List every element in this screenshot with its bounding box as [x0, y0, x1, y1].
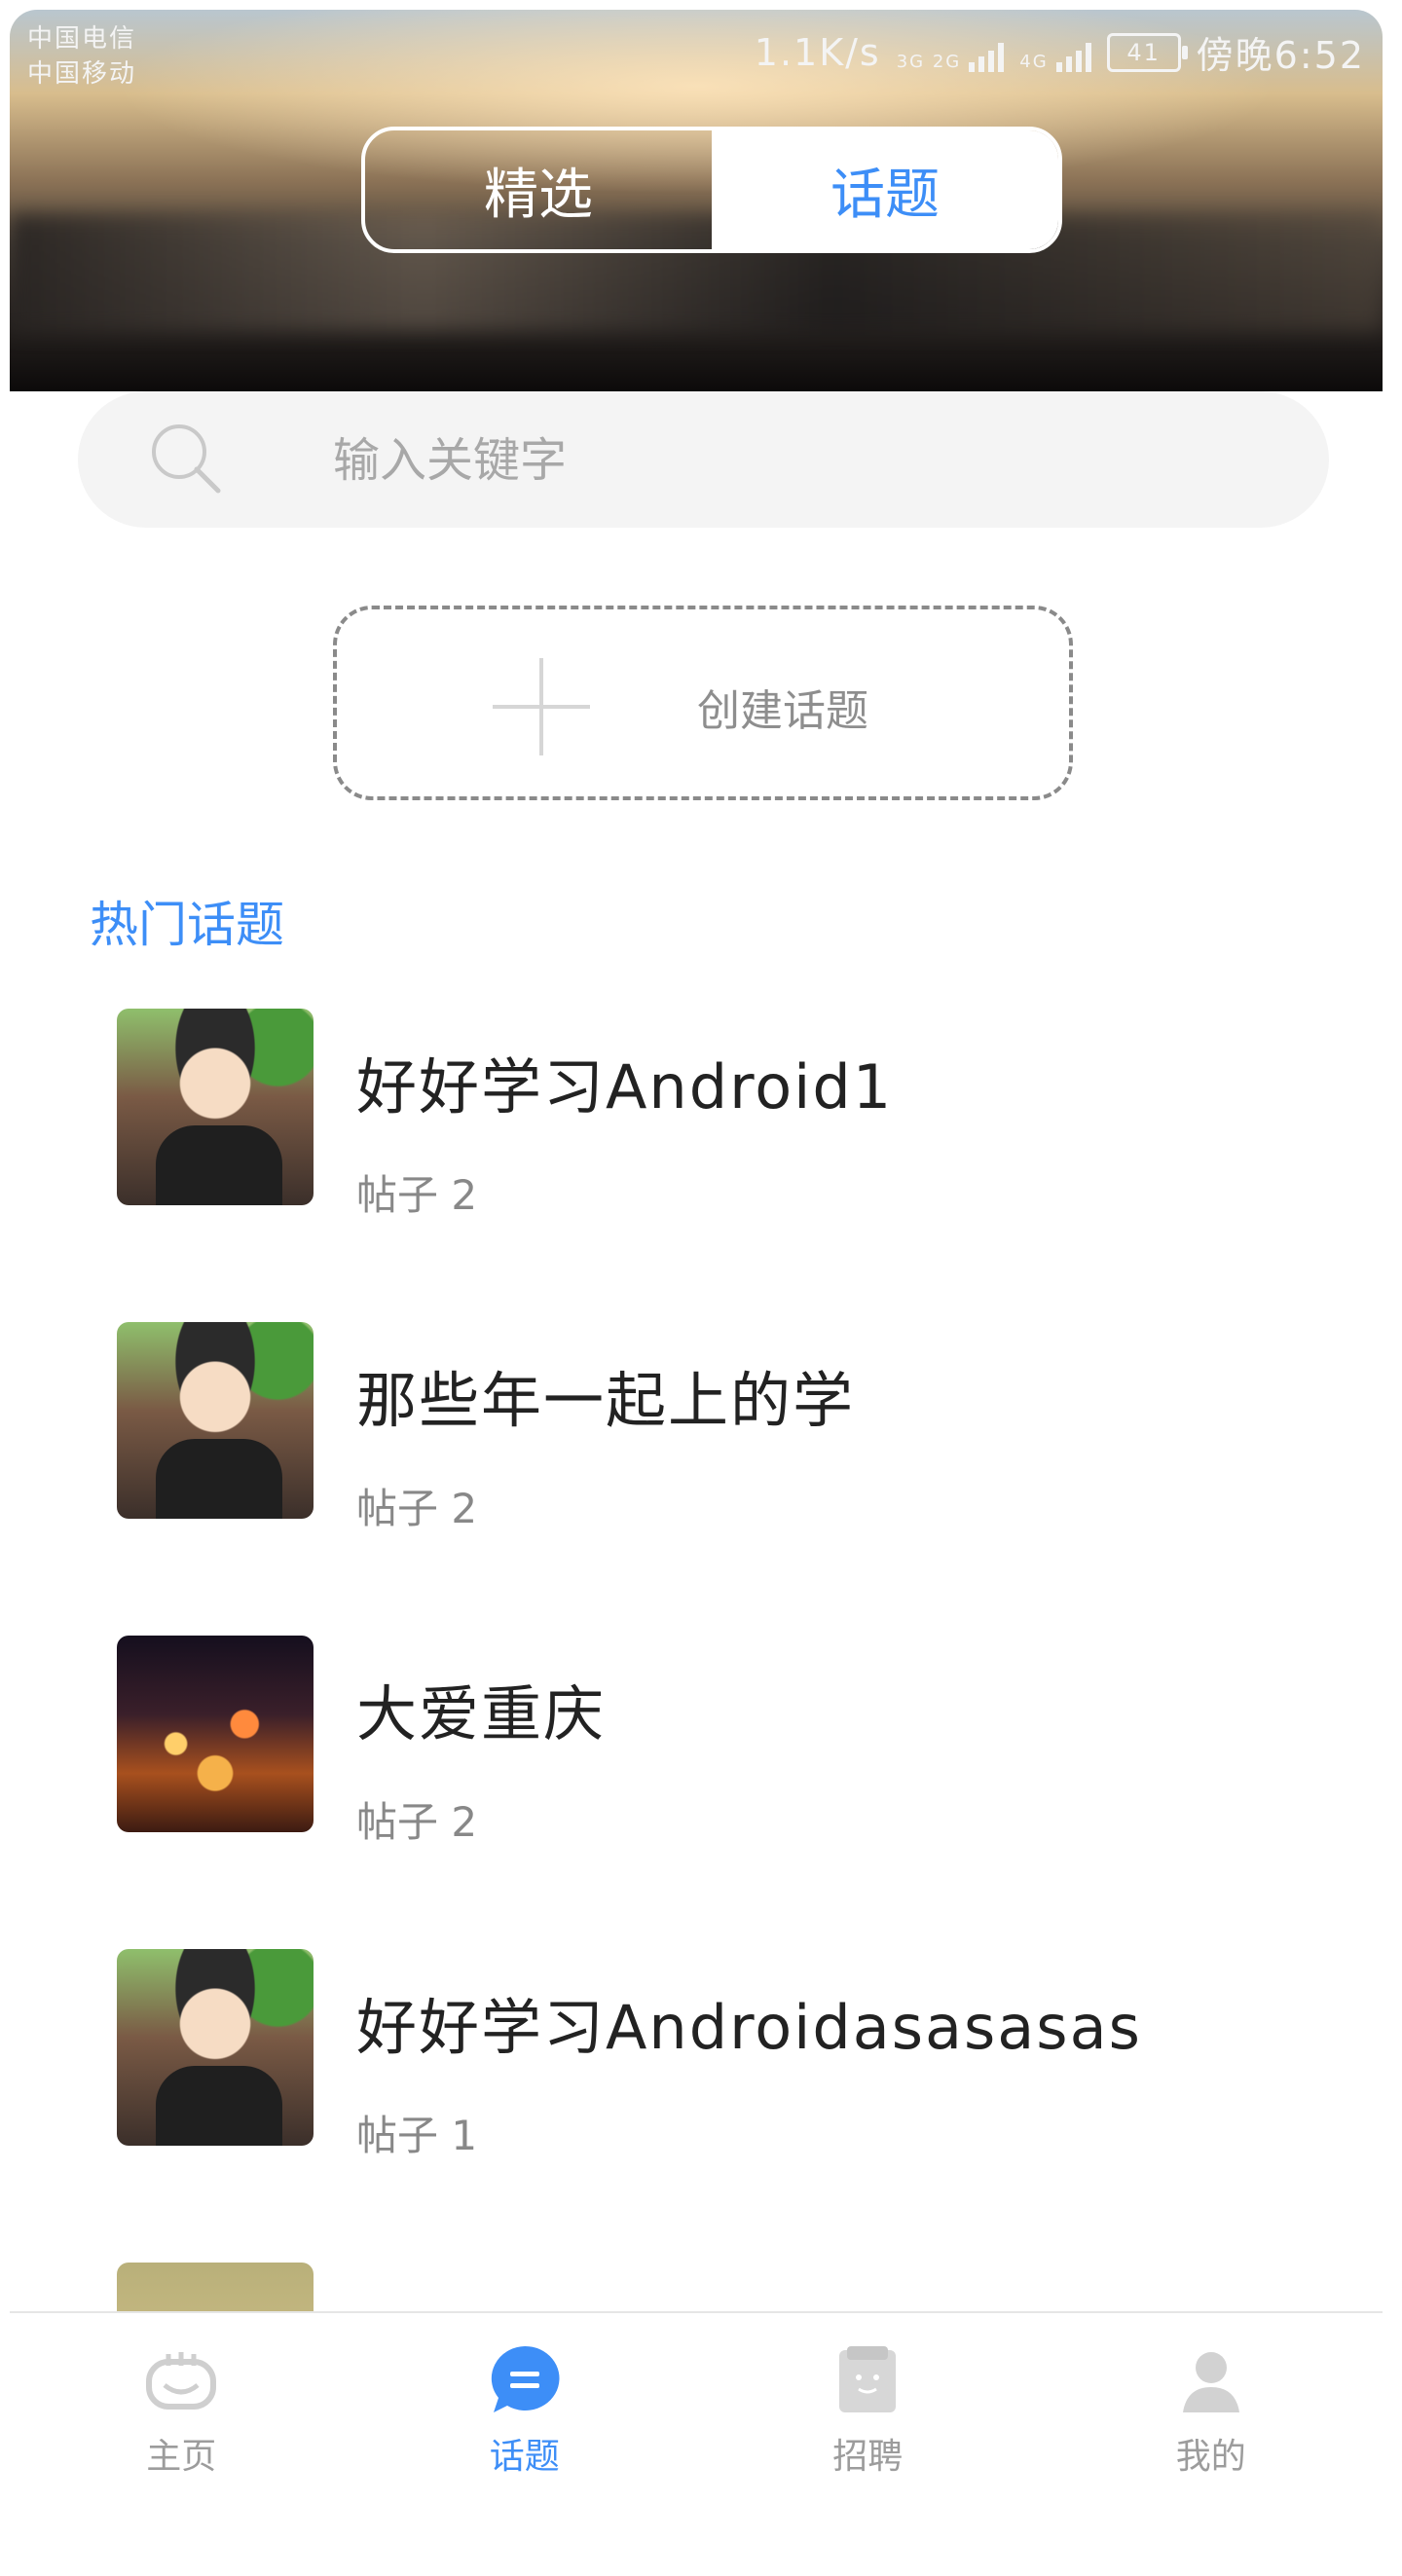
recruit-icon: [839, 2346, 897, 2412]
nav-topics-label: 话题: [489, 2437, 560, 2477]
segment-control: 精选 话题: [361, 127, 1062, 253]
network-speed: 1.1K/s: [754, 30, 881, 74]
topic-title: 好好学习Android1: [356, 1051, 894, 1122]
signal-icon-2: 4G: [1019, 33, 1091, 72]
topic-chat-icon: [491, 2345, 560, 2412]
clock: 傍晚6:52: [1196, 34, 1365, 77]
topic-thumbnail: [117, 1322, 314, 1519]
topic-title: 好好学习Androidasasasas: [356, 1992, 1142, 2063]
home-icon: [146, 2352, 217, 2410]
nav-home-label: 主页: [146, 2437, 217, 2477]
nav-recruit-label: 招聘: [832, 2437, 904, 2477]
topic-thumbnail: [117, 1009, 314, 1205]
search-bar[interactable]: [78, 391, 1329, 528]
topic-post-count: 帖子 2: [356, 1485, 478, 1532]
battery-icon: 41: [1106, 32, 1188, 72]
network-type-label: 3G 2G: [896, 51, 962, 72]
signal-icon: 3G 2G: [897, 33, 1005, 72]
topic-thumbnail: [117, 1949, 314, 2146]
topic-post-count: 帖子 2: [356, 1798, 478, 1846]
topic-item[interactable]: 好好学习Androidasasasas 帖子 1: [0, 1949, 1402, 2263]
plus-icon: [493, 658, 590, 755]
nav-recruit[interactable]: 招聘: [696, 2313, 1040, 2494]
create-topic-button[interactable]: 创建话题: [333, 606, 1073, 800]
topic-post-count: 帖子 1: [356, 2112, 478, 2159]
bottom-navigation: 主页 话题 招聘 我的: [10, 2311, 1383, 2494]
nav-topics[interactable]: 话题: [353, 2313, 697, 2494]
topic-item[interactable]: 那些年一起上的学 帖子 2: [0, 1322, 1402, 1636]
profile-icon: [1182, 2352, 1239, 2412]
tab-featured[interactable]: 精选: [365, 130, 712, 249]
search-input[interactable]: [331, 428, 1211, 493]
search-icon: [152, 424, 221, 494]
topic-thumbnail: [117, 1636, 314, 1832]
header-banner: 中国电信 中国移动 1.1K/s 3G 2G 4G 41 傍晚6:52 精选 话…: [10, 10, 1383, 391]
carrier-label-2: 中国移动: [27, 59, 137, 89]
topic-post-count: 帖子 2: [356, 1171, 478, 1219]
tab-topics[interactable]: 话题: [712, 130, 1058, 249]
nav-profile[interactable]: 我的: [1040, 2313, 1384, 2494]
nav-profile-label: 我的: [1175, 2437, 1246, 2477]
topic-title: 那些年一起上的学: [356, 1365, 856, 1436]
hot-topics-title: 热门话题: [90, 897, 284, 953]
nav-home[interactable]: 主页: [10, 2313, 353, 2494]
topic-item[interactable]: 大爱重庆 帖子 2: [0, 1636, 1402, 1949]
topic-item[interactable]: 好好学习Android1 帖子 2: [0, 1009, 1402, 1322]
topic-title: 大爱重庆: [356, 1678, 607, 1749]
carrier-label-1: 中国电信: [27, 24, 137, 54]
network-type-label-2: 4G: [1019, 51, 1049, 72]
status-bar-carriers: 中国电信 中国移动: [27, 21, 136, 92]
create-topic-label: 创建话题: [697, 686, 868, 736]
status-bar-right: 1.1K/s 3G 2G 4G 41 傍晚6:52: [755, 25, 1365, 79]
